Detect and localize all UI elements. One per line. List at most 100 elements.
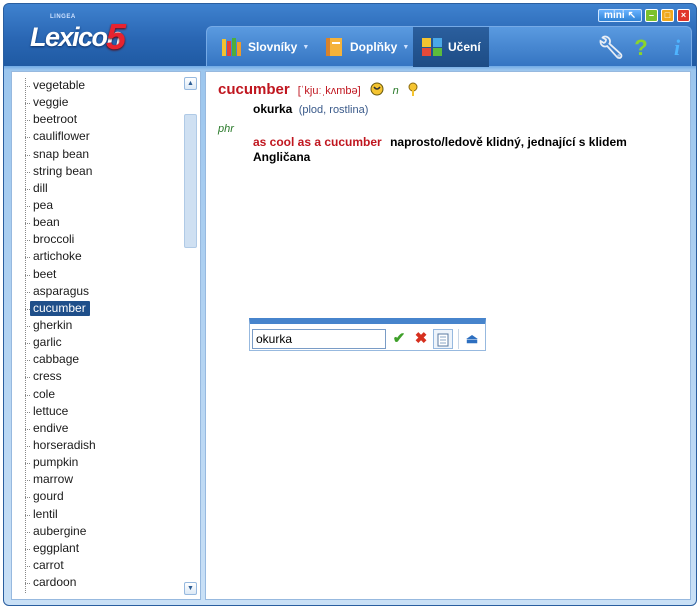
word-list-item[interactable]: garlic <box>25 334 180 351</box>
chevron-down-icon: ▼ <box>302 43 310 51</box>
wrench-icon[interactable]: 🔧︎ <box>597 36 625 60</box>
phrase-english: as cool as a cucumber <box>253 135 382 149</box>
menu-doplnky-label: Doplňky <box>350 40 398 54</box>
word-label: gherkin <box>33 317 73 332</box>
word-label: cabbage <box>33 352 80 367</box>
maximize-button[interactable]: □ <box>661 9 674 22</box>
word-list-item[interactable]: pumpkin <box>25 454 180 471</box>
app-window: LINGEA Lexicon 5 mini ↖ – □ × Slovníky ▼… <box>3 3 697 606</box>
word-list-item[interactable]: cress <box>25 368 180 385</box>
word-list-item[interactable]: veggie <box>25 94 180 111</box>
learning-answer-input[interactable] <box>252 329 386 349</box>
menu-uceni-label: Učení <box>448 40 481 54</box>
word-list-item[interactable]: endive <box>25 420 180 437</box>
word-list-scrollbar[interactable]: ▲ ▼ <box>184 77 198 595</box>
menu-uceni[interactable]: Učení <box>413 27 489 67</box>
word-label: cardoon <box>33 575 77 590</box>
word-label: lettuce <box>33 403 69 418</box>
word-list-item[interactable]: gherkin <box>25 317 180 334</box>
mini-mode-button[interactable]: mini ↖ <box>598 9 642 22</box>
word-list-item[interactable]: aubergine <box>25 523 180 540</box>
word-label: endive <box>33 420 69 435</box>
sound-icon[interactable] <box>369 82 385 96</box>
word-label: lentil <box>33 506 58 521</box>
part-of-speech: n <box>392 85 399 97</box>
logo-brand: LINGEA <box>50 14 76 20</box>
word-list-item[interactable]: bean <box>25 214 180 231</box>
word-list-item[interactable]: broccoli <box>25 231 180 248</box>
word-list-item[interactable]: cole <box>25 386 180 403</box>
entry-header: cucumber [ˈkjuːˌkʌmbə] n <box>218 80 423 98</box>
word-list-item[interactable]: cucumber <box>25 300 180 317</box>
word-list-item[interactable]: dill <box>25 180 180 197</box>
word-list-item[interactable]: artichoke <box>25 248 180 265</box>
word-list-item[interactable]: beet <box>25 266 180 283</box>
logo-version: 5 <box>106 16 127 57</box>
word-list-panel: vegetable veggie beetroot cauliflower snap b… <box>11 71 201 600</box>
menu-doplnky[interactable]: Doplňky ▼ <box>315 27 417 67</box>
word-list-item[interactable]: eggplant <box>25 540 180 557</box>
word-list-item[interactable]: vegetable <box>25 77 180 94</box>
info-icon[interactable]: i <box>665 36 689 60</box>
word-label: cucumber <box>30 300 90 316</box>
word-label: marrow <box>33 472 74 487</box>
page-icon[interactable] <box>433 329 453 349</box>
entry-panel: cucumber [ˈkjuːˌkʌmbə] n okurka (plod, r… <box>205 71 691 600</box>
key-icon[interactable] <box>407 82 423 96</box>
window-controls: mini ↖ – □ × <box>598 9 690 22</box>
alphabet-blocks-icon <box>422 38 442 56</box>
mini-label: mini <box>604 10 625 21</box>
word-list-item[interactable]: pea <box>25 197 180 214</box>
word-list-item[interactable]: gourd <box>25 488 180 505</box>
help-icon[interactable]: ? <box>629 36 653 60</box>
word-label: gourd <box>33 489 64 504</box>
book-icon <box>326 38 342 56</box>
separator <box>458 329 459 349</box>
check-icon[interactable]: ✔ <box>389 329 409 349</box>
word-list-item[interactable]: lettuce <box>25 403 180 420</box>
cursor-icon: ↖ <box>627 10 636 21</box>
word-list-item[interactable]: lentil <box>25 506 180 523</box>
word-list-item[interactable]: asparagus <box>25 283 180 300</box>
word-label: carrot <box>33 557 64 572</box>
main-menu-bar: Slovníky ▼ Doplňky ▼ Učení 🔧︎ ? i <box>206 26 692 67</box>
menu-slovniky[interactable]: Slovníky ▼ <box>213 27 317 67</box>
minimize-button[interactable]: – <box>645 9 658 22</box>
word-label: asparagus <box>33 283 90 298</box>
chevron-down-icon: ▼ <box>402 43 410 51</box>
word-list-item[interactable]: snap bean <box>25 146 180 163</box>
word-list-item[interactable]: cardoon <box>25 574 180 591</box>
scroll-up-button[interactable]: ▲ <box>184 77 197 90</box>
word-label: bean <box>33 215 60 230</box>
scroll-track[interactable] <box>184 92 197 580</box>
word-label: broccoli <box>33 232 75 247</box>
menu-slovniky-label: Slovníky <box>248 40 298 54</box>
headword: cucumber <box>218 81 290 98</box>
word-label: veggie <box>33 95 69 110</box>
word-label: vegetable <box>33 78 86 92</box>
phrase-label: phr <box>218 123 234 135</box>
word-list-item[interactable]: beetroot <box>25 111 180 128</box>
learning-box: ✔ ✖ ⏏ <box>249 318 486 351</box>
scroll-down-button[interactable]: ▼ <box>184 582 197 595</box>
scroll-thumb[interactable] <box>184 114 197 248</box>
word-list-item[interactable]: marrow <box>25 471 180 488</box>
word-label: string bean <box>33 163 93 178</box>
word-label: garlic <box>33 335 62 350</box>
word-label: cress <box>33 369 62 384</box>
header-bar: LINGEA Lexicon 5 mini ↖ – □ × Slovníky ▼… <box>4 4 696 67</box>
pronunciation: [ˈkjuːˌkʌmbə] <box>297 85 361 97</box>
word-list-item[interactable]: carrot <box>25 557 180 574</box>
phrase-line: as cool as a cucumber naprosto/ledově kl… <box>253 135 673 165</box>
word-list-item[interactable]: string bean <box>25 163 180 180</box>
word-list-item[interactable]: horseradish <box>25 437 180 454</box>
word-list-item[interactable]: cauliflower <box>25 128 180 145</box>
word-label: cole <box>33 386 56 401</box>
word-list-item[interactable]: cabbage <box>25 351 180 368</box>
word-label: pea <box>33 197 54 212</box>
cross-icon[interactable]: ✖ <box>411 329 431 349</box>
close-button[interactable]: × <box>677 9 690 22</box>
eject-icon[interactable]: ⏏ <box>462 329 482 349</box>
books-icon <box>222 38 241 56</box>
word-label: beet <box>33 266 57 281</box>
